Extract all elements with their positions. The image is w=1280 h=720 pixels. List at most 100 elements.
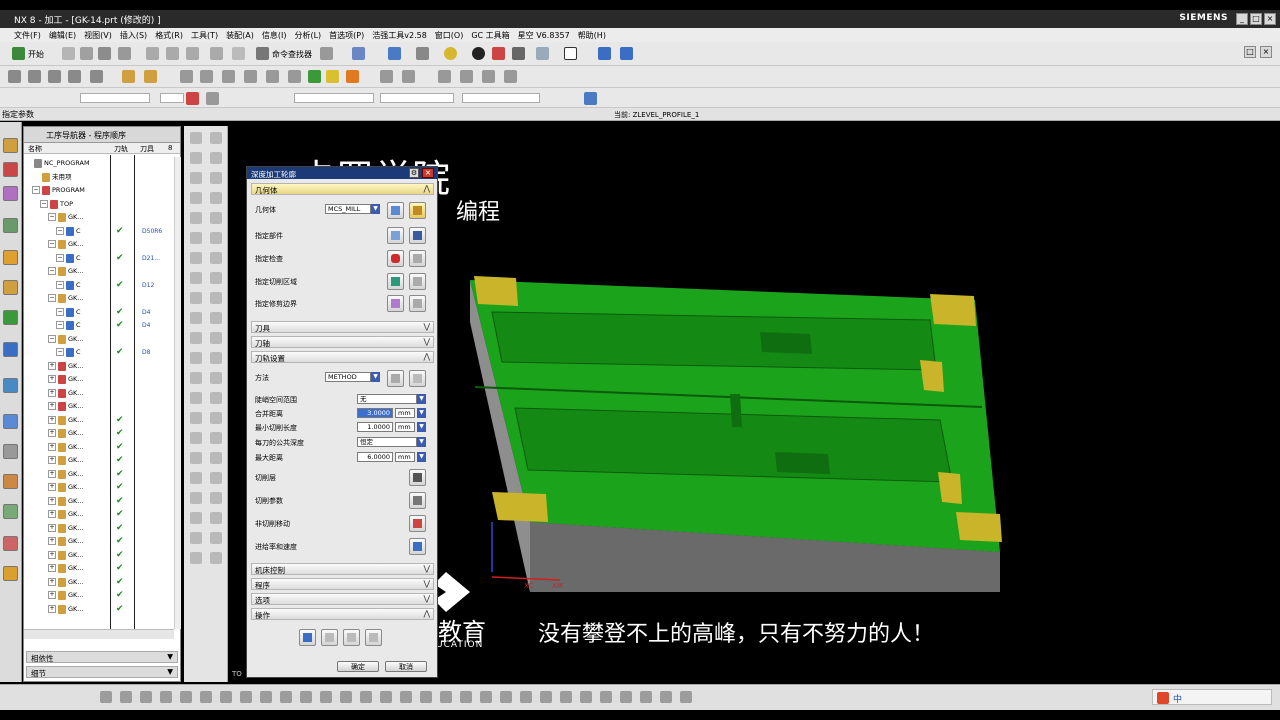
manufacturing-wizard-icon[interactable]	[3, 474, 18, 489]
snap-tool-icon[interactable]	[160, 691, 172, 703]
open-icon[interactable]	[80, 47, 93, 60]
reuse-library-icon[interactable]	[3, 280, 18, 295]
menu-item[interactable]: 分析(L)	[294, 30, 321, 41]
circle-icon[interactable]	[190, 232, 202, 244]
verify-toolpath-button[interactable]	[343, 629, 360, 646]
bridge-icon[interactable]	[210, 532, 222, 544]
text-icon[interactable]	[190, 212, 202, 224]
min-cut-unit-dropdown-icon[interactable]: ▼	[417, 422, 426, 432]
navigator-row[interactable]: − C ✔ D8	[24, 346, 174, 359]
expand-toggle-icon[interactable]: +	[48, 442, 56, 451]
expand-toggle-icon[interactable]: −	[56, 348, 64, 356]
object-icon[interactable]	[402, 70, 415, 83]
expand-toggle-icon[interactable]: +	[48, 537, 56, 545]
palette-icon[interactable]	[3, 566, 18, 581]
snap-tool-icon[interactable]	[280, 691, 292, 703]
assembly-navigator-icon[interactable]	[3, 138, 18, 153]
snap-tool-icon[interactable]	[400, 691, 412, 703]
min-cut-unit-select[interactable]: mm	[395, 422, 415, 432]
snap-tool-icon[interactable]	[520, 691, 532, 703]
steep-dropdown-icon[interactable]: ▼	[417, 394, 426, 404]
create-program-icon[interactable]	[8, 70, 21, 83]
menu-item[interactable]: 帮助(H)	[578, 30, 606, 41]
menu-item[interactable]: 窗口(O)	[435, 30, 464, 41]
navigator-row[interactable]: + GK... ✔	[24, 508, 174, 521]
expand-toggle-icon[interactable]: +	[48, 456, 56, 464]
snap-tool-icon[interactable]	[600, 691, 612, 703]
menu-item[interactable]: GC 工具箱	[471, 30, 509, 41]
save-icon[interactable]	[98, 47, 111, 60]
ipw-icon[interactable]	[460, 70, 473, 83]
navigator-row[interactable]: + GK... ✔	[24, 468, 174, 481]
expand-toggle-icon[interactable]: +	[48, 415, 56, 424]
menu-item[interactable]: 文件(F)	[14, 30, 41, 41]
snap-tool-icon[interactable]	[560, 691, 572, 703]
specify-part-button[interactable]	[387, 227, 404, 244]
snap-tool-icon[interactable]	[660, 691, 672, 703]
body-rule-dropdown[interactable]	[462, 93, 540, 103]
extrude-icon[interactable]	[190, 332, 202, 344]
navigator-row[interactable]: + GK... ✔	[24, 576, 174, 589]
web-browser-icon[interactable]	[3, 342, 18, 357]
settings-gear-icon[interactable]: ⚙	[409, 168, 419, 178]
snap-tool-icon[interactable]	[420, 691, 432, 703]
part-navigator-icon[interactable]	[3, 186, 18, 201]
max-distance-unit-dropdown-icon[interactable]: ▼	[417, 452, 426, 462]
snap-tool-icon[interactable]	[200, 691, 212, 703]
menu-item[interactable]: 浩强工具v2.58	[372, 30, 427, 41]
navigator-row[interactable]: − PROGRAM	[24, 184, 174, 197]
snap-tool-icon[interactable]	[380, 691, 392, 703]
snap-tool-icon[interactable]	[460, 691, 472, 703]
expand-toggle-icon[interactable]: −	[48, 294, 56, 302]
ime-toolbar[interactable]: 中	[1152, 689, 1272, 705]
fillet-icon[interactable]	[190, 432, 202, 444]
navigator-row[interactable]: − C ✔ D21...	[24, 252, 174, 265]
orient-icon[interactable]	[472, 47, 485, 60]
filter-icon[interactable]	[352, 47, 365, 60]
output-icon[interactable]	[346, 70, 359, 83]
snap-tool-icon[interactable]	[360, 691, 372, 703]
shop-doc-icon[interactable]	[326, 70, 339, 83]
new-icon[interactable]	[62, 47, 75, 60]
minimize-button[interactable]: _	[1236, 13, 1248, 25]
geometry-dropdown-icon[interactable]: ▼	[371, 204, 380, 214]
command-finder-icon[interactable]	[256, 47, 269, 60]
expand-toggle-icon[interactable]: −	[56, 307, 64, 316]
generate-toolpath-button[interactable]	[299, 629, 316, 646]
expand-toggle-icon[interactable]: +	[48, 388, 56, 397]
expand-toggle-icon[interactable]: +	[48, 591, 56, 599]
geometry-select[interactable]: MCS_MILL	[325, 204, 371, 214]
csys-icon[interactable]	[210, 312, 222, 324]
cancel-button[interactable]: 取消	[385, 661, 427, 672]
expand-toggle-icon[interactable]: +	[48, 496, 56, 505]
expand-toggle-icon[interactable]: +	[48, 402, 56, 410]
postprocess-icon[interactable]	[288, 70, 301, 83]
cut-icon[interactable]	[146, 47, 159, 60]
bear-icon[interactable]	[504, 70, 517, 83]
navigator-row[interactable]: − GK...	[24, 333, 174, 346]
expand-toggle-icon[interactable]: +	[48, 361, 56, 370]
expand-toggle-icon[interactable]: +	[48, 577, 56, 586]
snap-tool-icon[interactable]	[260, 691, 272, 703]
revolve-icon[interactable]	[190, 352, 202, 364]
col-tool[interactable]: 刀具	[140, 144, 154, 154]
specify-cut-area-button[interactable]	[387, 273, 404, 290]
menu-item[interactable]: 编辑(E)	[49, 30, 76, 41]
navigator-row[interactable]: + GK... ✔	[24, 427, 174, 440]
navigator-row[interactable]: − GK...	[24, 211, 174, 224]
blend-icon[interactable]	[190, 472, 202, 484]
bridge-icon[interactable]	[190, 532, 202, 544]
roles-icon[interactable]	[3, 504, 18, 519]
navigator-row[interactable]: − GK...	[24, 265, 174, 278]
sweep-icon[interactable]	[210, 372, 222, 384]
expand-toggle-icon[interactable]: +	[48, 564, 56, 572]
edit-geometry-button[interactable]	[409, 202, 426, 219]
display-trim-button[interactable]	[409, 295, 426, 312]
snap-tool-icon[interactable]	[540, 691, 552, 703]
expand-toggle-icon[interactable]: −	[56, 321, 64, 329]
col-name[interactable]: 名称	[28, 144, 42, 154]
text-icon[interactable]	[210, 212, 222, 224]
section-path-settings[interactable]: 刀轨设置 ⋀	[251, 351, 434, 363]
navigator-row[interactable]: + GK... ✔	[24, 535, 174, 548]
max-distance-input[interactable]: 6.0000	[357, 452, 393, 462]
